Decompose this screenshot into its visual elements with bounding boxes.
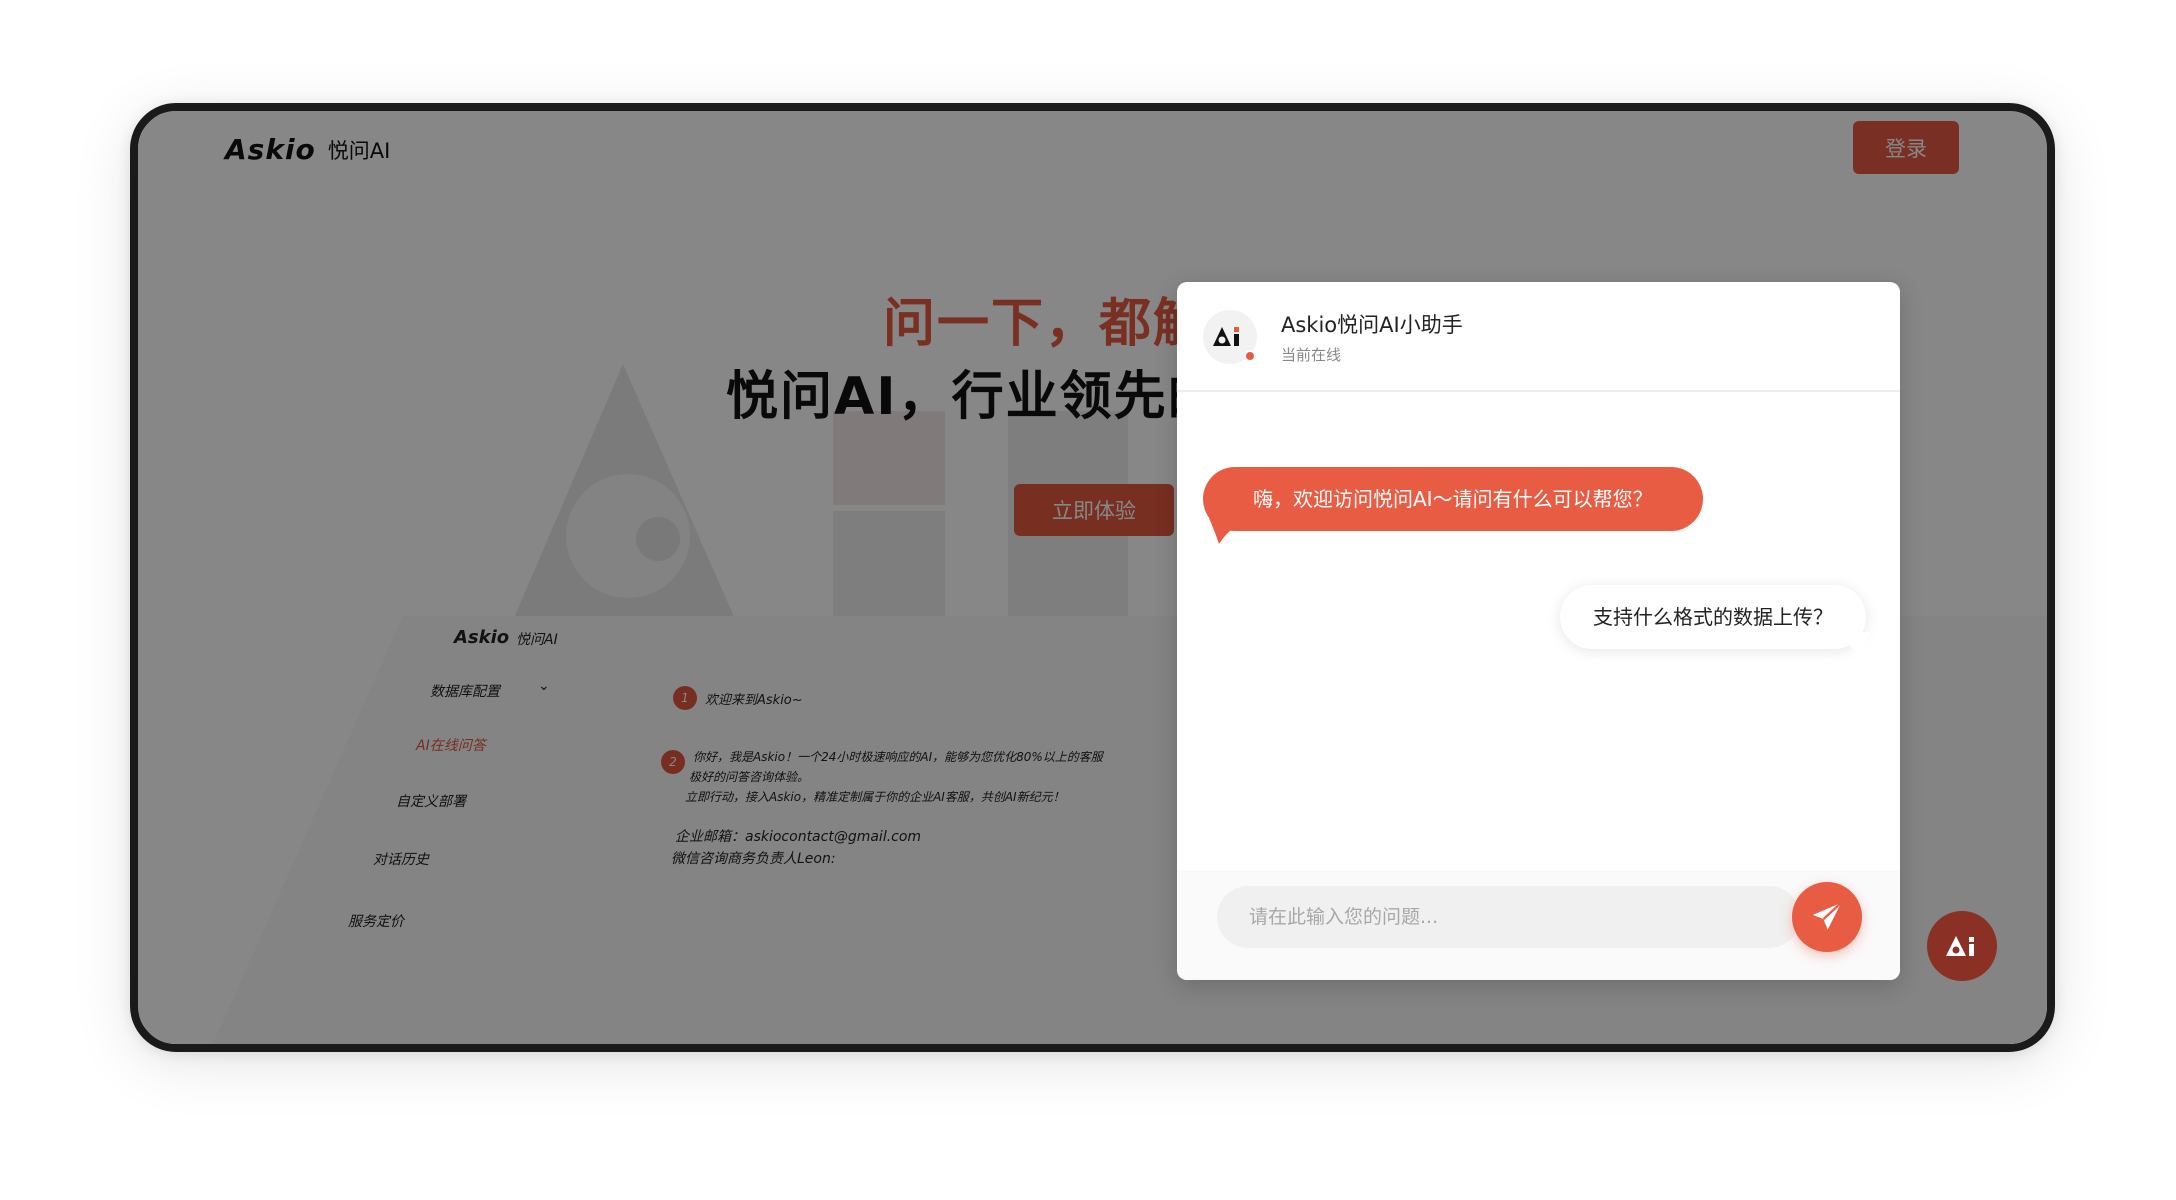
askio-logo-icon — [1946, 936, 1974, 956]
send-button[interactable] — [1792, 882, 1862, 952]
online-status-dot — [1244, 350, 1256, 362]
device-frame: Askio 悦问AI 登录 问一下，都解 悦问AI，行业领先的 立即体验 Ask… — [130, 103, 2055, 1052]
chat-input[interactable] — [1217, 886, 1800, 948]
bot-bubble-tail — [1209, 518, 1249, 544]
chat-window: Askio悦问AI小助手 当前在线 嗨，欢迎访问悦问AI～请问有什么可以帮您？ … — [1177, 282, 1900, 980]
bot-message: 嗨，欢迎访问悦问AI～请问有什么可以帮您？ — [1203, 467, 1703, 531]
bot-name: Askio悦问AI小助手 — [1281, 313, 1463, 337]
paper-plane-icon — [1812, 901, 1842, 930]
chat-messages: 嗨，欢迎访问悦问AI～请问有什么可以帮您？ 支持什么格式的数据上传？ — [1177, 392, 1900, 870]
bot-status: 当前在线 — [1281, 346, 1342, 364]
screen: Askio 悦问AI 登录 问一下，都解 悦问AI，行业领先的 立即体验 Ask… — [138, 111, 2047, 1044]
assistant-launcher-button[interactable] — [1927, 911, 1997, 981]
user-bubble-tail — [1830, 632, 1870, 658]
chat-header: Askio悦问AI小助手 当前在线 — [1177, 282, 1900, 392]
user-message: 支持什么格式的数据上传？ — [1560, 585, 1866, 649]
chat-input-bar — [1177, 870, 1900, 980]
